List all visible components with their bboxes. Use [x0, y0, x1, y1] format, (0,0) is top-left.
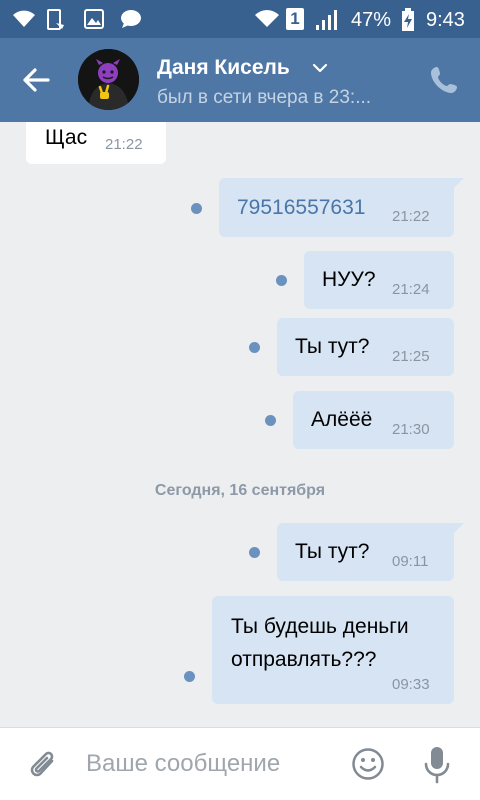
message-outgoing[interactable]: Ты будешь деньги отправлять??? 09:33: [212, 596, 454, 704]
last-seen-status: был в сети вчера в 23:...: [157, 87, 372, 108]
message-text: НУУ?: [322, 268, 376, 291]
unread-dot: [249, 547, 260, 558]
message-outgoing[interactable]: Ты тут? 09:11: [277, 523, 464, 581]
message-time: 21:24: [392, 281, 430, 298]
message-outgoing[interactable]: НУУ? 21:24: [304, 251, 454, 309]
message-time: 09:33: [392, 676, 430, 693]
message-composer: [0, 727, 480, 800]
microphone-icon[interactable]: [423, 745, 451, 785]
message-time: 21:25: [392, 348, 430, 365]
chevron-down-icon[interactable]: [312, 60, 328, 76]
message-time: 21:22: [105, 136, 143, 153]
unread-dot: [184, 671, 195, 682]
image-icon: [84, 9, 104, 29]
date-separator: Сегодня, 16 сентября: [154, 482, 326, 499]
battery-percent: 47%: [351, 9, 392, 31]
message-list[interactable]: Щас 21:22 79516557631 21:22 НУУ? 21:24 Т…: [0, 122, 480, 727]
message-outgoing[interactable]: Ты тут? 21:25: [277, 318, 454, 376]
sim-1-icon: 1: [286, 8, 304, 30]
contact-avatar[interactable]: [78, 49, 139, 110]
phone-call-icon[interactable]: [428, 64, 460, 96]
wifi-icon: [13, 10, 35, 27]
message-time: 21:22: [392, 208, 430, 225]
avatar-image: [78, 49, 139, 110]
message-time: 21:30: [392, 421, 430, 438]
bubble-tail: [450, 178, 464, 192]
unread-dot: [191, 203, 202, 214]
chat-header: Даня Кисель был в сети вчера в 23:...: [0, 38, 480, 122]
unread-dot: [276, 275, 287, 286]
message-time: 09:11: [392, 553, 429, 570]
clock: 9:43: [426, 9, 465, 31]
message-text: Ты тут?: [295, 540, 370, 563]
unread-dot: [265, 415, 276, 426]
message-text: Щас: [45, 126, 88, 149]
message-incoming[interactable]: Щас 21:22: [26, 122, 166, 164]
phone-screen-icon: [47, 9, 64, 30]
message-text-line-2: отправлять???: [231, 648, 377, 671]
paperclip-icon[interactable]: [26, 747, 60, 783]
message-outgoing[interactable]: Алёёё 21:30: [293, 391, 454, 449]
wifi-icon: [255, 10, 279, 27]
signal-icon: [316, 10, 337, 30]
unread-dot: [249, 342, 260, 353]
message-text: Алёёё: [311, 408, 373, 431]
chat-bubble-icon: [121, 10, 141, 28]
message-text-line-1: Ты будешь деньги: [231, 615, 409, 638]
emoji-icon[interactable]: [351, 747, 385, 781]
message-outgoing[interactable]: 79516557631 21:22: [219, 178, 464, 237]
bubble-tail: [450, 523, 464, 537]
battery-charging-icon: [402, 8, 414, 31]
contact-name[interactable]: Даня Кисель: [157, 56, 290, 80]
back-arrow-icon[interactable]: [18, 62, 54, 98]
message-text: Ты тут?: [295, 335, 370, 358]
status-bar: 1 47% 9:43: [0, 0, 480, 38]
message-input[interactable]: [86, 744, 336, 784]
phone-number-link[interactable]: 79516557631: [237, 196, 365, 220]
